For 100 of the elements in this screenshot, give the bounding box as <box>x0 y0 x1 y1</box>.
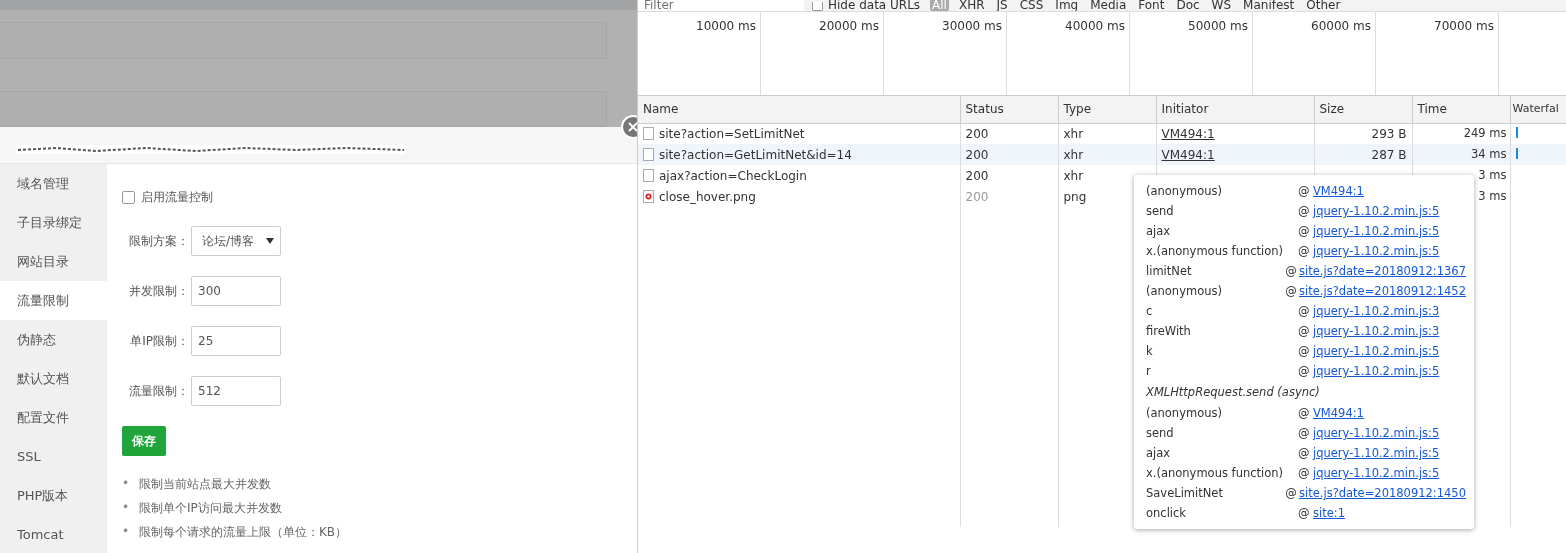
sidebar-item[interactable]: 默认文档 <box>0 359 107 398</box>
table-cell: 293 B <box>1371 126 1407 141</box>
checkbox[interactable] <box>122 190 135 204</box>
request-name[interactable]: close_hover.png <box>659 189 756 204</box>
note-text: 限制每个请求的流量上限（单位：KB） <box>139 523 348 541</box>
source-link[interactable]: jquery-1.10.2.min.js:5 <box>1313 443 1440 463</box>
type-filter-tab[interactable]: Media <box>1088 0 1129 11</box>
file-icon <box>643 126 654 140</box>
column-header[interactable]: Initiator <box>1156 96 1314 123</box>
function-name: (anonymous) <box>1146 283 1223 300</box>
input-field[interactable]: 512 <box>191 376 281 406</box>
function-name: c <box>1146 303 1154 320</box>
timeline-tick: 20000 ms <box>819 19 879 33</box>
type-filter-tab[interactable]: XHR <box>956 0 987 11</box>
scheme-select[interactable]: 论坛/博客 <box>191 226 281 256</box>
timeline-tick: 30000 ms <box>942 19 1002 33</box>
async-label: XMLHttpRequest.send (async) <box>1146 384 1321 401</box>
sidebar-item[interactable]: PHP版本 <box>0 476 107 515</box>
table-cell: xhr <box>1058 144 1156 165</box>
column-header[interactable]: Time <box>1412 96 1510 123</box>
at-sign: @ <box>1298 363 1311 380</box>
source-link[interactable]: site:1 <box>1313 503 1345 523</box>
source-link[interactable]: VM494:1 <box>1313 403 1364 423</box>
source-link[interactable]: site.js?date=20180912:1450 <box>1299 483 1466 503</box>
request-name[interactable]: site?action=SetLimitNet <box>659 126 805 141</box>
at-sign: @ <box>1298 343 1311 360</box>
column-header[interactable]: Status <box>960 96 1058 123</box>
type-filter-tab[interactable]: Doc <box>1174 0 1202 11</box>
request-name[interactable]: ajax?action=CheckLogin <box>659 168 807 183</box>
sidebar-item[interactable]: 伪静态 <box>0 320 107 359</box>
function-name: onclick <box>1146 505 1188 522</box>
sidebar-item[interactable]: 流量限制 <box>0 281 107 320</box>
checkbox-label: 启用流量控制 <box>141 189 213 206</box>
checkbox-label: Hide data URLs <box>827 0 922 11</box>
table-cell: 249 ms <box>1463 126 1507 141</box>
bullet-mark: • <box>122 476 131 492</box>
function-name: send <box>1146 425 1175 442</box>
close-icon <box>628 122 637 132</box>
sidebar-item[interactable]: SSL <box>0 437 107 476</box>
source-link[interactable]: jquery-1.10.2.min.js:5 <box>1313 423 1440 443</box>
table-cell: 200 <box>960 186 1058 207</box>
source-link[interactable]: jquery-1.10.2.min.js:5 <box>1313 221 1440 241</box>
source-link[interactable]: site.js?date=20180912:1367 <box>1299 261 1466 281</box>
note-text: 限制当前站点最大并发数 <box>139 475 271 493</box>
bullet-mark: • <box>122 500 131 516</box>
source-link[interactable]: jquery-1.10.2.min.js:5 <box>1313 341 1440 361</box>
note-text: 限制单个IP访问最大并发数 <box>139 499 282 517</box>
sidebar-item[interactable]: 域名管理 <box>0 164 107 203</box>
at-sign: @ <box>1298 465 1311 482</box>
sidebar-item[interactable]: 配置文件 <box>0 398 107 437</box>
at-sign: @ <box>1298 323 1311 340</box>
checkbox[interactable] <box>812 2 823 11</box>
source-link[interactable]: jquery-1.10.2.min.js:5 <box>1313 201 1440 221</box>
at-sign: @ <box>1298 183 1311 200</box>
file-icon <box>643 147 654 161</box>
table-cell: 3 ms <box>1478 167 1507 182</box>
source-link[interactable]: site.js?date=20180912:1452 <box>1299 281 1466 301</box>
source-link[interactable]: jquery-1.10.2.min.js:3 <box>1313 301 1440 321</box>
type-filter-tab[interactable]: Other <box>1304 0 1343 11</box>
table-cell: 3 ms <box>1478 188 1507 203</box>
timeline-tick: 50000 ms <box>1188 19 1248 33</box>
type-filter-tab[interactable]: JS <box>994 0 1010 11</box>
column-header[interactable]: Size <box>1314 96 1412 123</box>
initiator-link[interactable]: VM494:1 <box>1161 126 1215 141</box>
function-name: k <box>1146 343 1154 360</box>
function-name: ajax <box>1146 223 1172 240</box>
at-sign: @ <box>1298 505 1311 522</box>
caret-icon <box>266 238 274 244</box>
input-field[interactable]: 300 <box>191 276 281 306</box>
column-header[interactable]: Waterfal <box>1510 96 1566 123</box>
column-header[interactable]: Type <box>1058 96 1156 123</box>
function-name: x.(anonymous function) <box>1146 243 1285 260</box>
function-name: limitNet <box>1146 263 1193 280</box>
source-link[interactable]: jquery-1.10.2.min.js:5 <box>1313 463 1440 483</box>
timeline-tick: 60000 ms <box>1311 19 1371 33</box>
function-name: fireWith <box>1146 323 1192 340</box>
table-cell: 200 <box>960 165 1058 186</box>
source-link[interactable]: jquery-1.10.2.min.js:3 <box>1313 321 1440 341</box>
type-filter-tab[interactable]: CSS <box>1017 0 1046 11</box>
source-link[interactable]: jquery-1.10.2.min.js:5 <box>1313 241 1440 261</box>
type-filter-tab[interactable]: Font <box>1136 0 1167 11</box>
column-header[interactable]: Name <box>638 96 960 123</box>
function-name: r <box>1146 363 1152 380</box>
field-label: 单IP限制： <box>129 333 190 350</box>
function-name: x.(anonymous function) <box>1146 465 1285 482</box>
sidebar-item[interactable]: Tomcat <box>0 515 107 553</box>
type-filter-tab[interactable]: Manifest <box>1241 0 1297 11</box>
source-link[interactable]: jquery-1.10.2.min.js:5 <box>1313 361 1440 381</box>
at-sign: @ <box>1298 303 1311 320</box>
sidebar-item[interactable]: 网站目录 <box>0 242 107 281</box>
input-field[interactable]: 25 <box>191 326 281 356</box>
timeline-tick: 40000 ms <box>1065 19 1125 33</box>
image-file-icon <box>643 189 654 203</box>
function-name: (anonymous) <box>1146 405 1223 422</box>
filter-field[interactable]: Filter <box>638 0 804 11</box>
type-filter-tab[interactable]: Img <box>1053 0 1081 11</box>
table-cell: 34 ms <box>1471 146 1507 161</box>
source-link[interactable]: VM494:1 <box>1313 181 1364 201</box>
type-filter-tab[interactable]: WS <box>1209 0 1234 11</box>
sidebar-item[interactable]: 子目录绑定 <box>0 203 107 242</box>
